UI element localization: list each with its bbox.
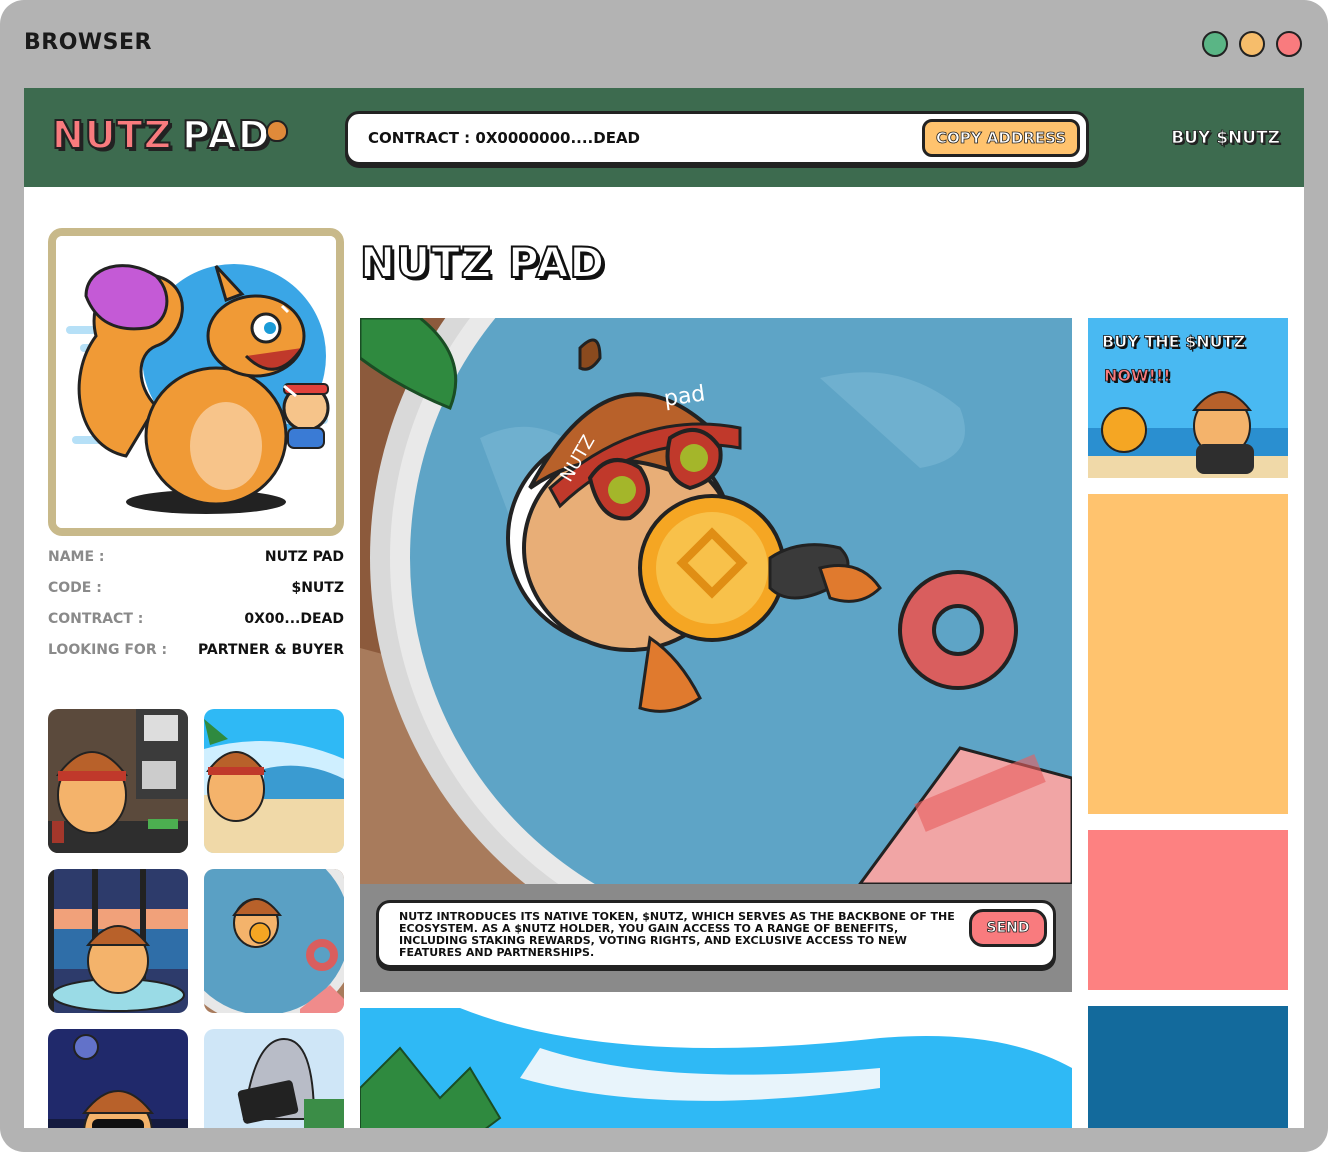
acorn-pool-hero-image: pad NUTZ: [360, 318, 1072, 884]
acorn-sign-thumbnail-image: [204, 1029, 344, 1128]
gallery-thumbnail[interactable]: [204, 1029, 344, 1128]
caption-strip: NUTZ INTRODUCES ITS NATIVE TOKEN, $NUTZ,…: [360, 884, 1072, 992]
info-label: CONTRACT :: [48, 611, 144, 627]
profile-avatar-card: [48, 228, 344, 536]
gallery-thumbnail[interactable]: [48, 1029, 188, 1128]
ad-placeholder-blue[interactable]: [1088, 1006, 1288, 1128]
logo-text-pad: PAD: [181, 112, 271, 158]
beach-banner-image: [360, 1008, 1072, 1128]
ad-headline: BUY THE $NUTZ: [1102, 332, 1246, 352]
acorn-icon: [266, 120, 289, 142]
info-value[interactable]: 0X00...DEAD: [244, 611, 344, 627]
browser-title: BROWSER: [24, 30, 152, 55]
profile-info-list: NAME : NUTZ PAD CODE : $NUTZ CONTRACT : …: [48, 549, 344, 673]
gallery-thumbnail[interactable]: [48, 709, 188, 853]
info-row-code: CODE : $NUTZ: [48, 580, 344, 611]
buy-nutz-link[interactable]: BUY $NUTZ: [1171, 128, 1281, 149]
caption-text: NUTZ INTRODUCES ITS NATIVE TOKEN, $NUTZ,…: [399, 910, 955, 959]
caption-box: NUTZ INTRODUCES ITS NATIVE TOKEN, $NUTZ,…: [376, 900, 1056, 968]
ad-placeholder-orange[interactable]: [1088, 494, 1288, 814]
acorn-jacuzzi-thumbnail-image: [48, 869, 188, 1013]
maximize-window-button[interactable]: [1202, 31, 1228, 57]
contract-bar: CONTRACT : 0X0000000....DEAD COPY ADDRES…: [345, 111, 1089, 165]
gallery-thumbnail[interactable]: [204, 869, 344, 1013]
copy-address-button[interactable]: COPY ADDRESS: [922, 119, 1080, 157]
minimize-window-button[interactable]: [1239, 31, 1265, 57]
second-banner-image: [360, 1008, 1072, 1128]
ad-subline: NOW!!!: [1104, 366, 1171, 386]
site-logo[interactable]: NUTZ PAD: [51, 112, 289, 158]
logo-text-nutz: NUTZ: [51, 112, 173, 158]
page-viewport: NUTZ PAD CONTRACT : 0X0000000....DEAD COP…: [24, 88, 1304, 1128]
info-row-name: NAME : NUTZ PAD: [48, 549, 344, 580]
send-button[interactable]: SEND: [969, 909, 1047, 947]
ad-placeholder-pink[interactable]: [1088, 830, 1288, 990]
acorn-beach-thumbnail-image: [204, 709, 344, 853]
close-window-button[interactable]: [1276, 31, 1302, 57]
buy-nutz-ad-banner[interactable]: BUY THE $NUTZ NOW!!!: [1088, 318, 1288, 478]
info-value: PARTNER & BUYER: [197, 642, 344, 658]
info-value: $NUTZ: [291, 580, 344, 596]
info-value: NUTZ PAD: [264, 549, 344, 565]
gallery-thumbnail[interactable]: [204, 709, 344, 853]
gallery-thumbnail[interactable]: [48, 869, 188, 1013]
contract-address-text: CONTRACT : 0X0000000....DEAD: [368, 129, 640, 147]
info-label: LOOKING FOR :: [48, 642, 168, 658]
page-title: NUTZ PAD: [359, 237, 606, 288]
info-label: CODE :: [48, 580, 102, 596]
info-row-looking-for: LOOKING FOR : PARTNER & BUYER: [48, 642, 344, 673]
hero-image: pad NUTZ: [360, 318, 1072, 884]
acorn-night-thumbnail-image: [48, 1029, 188, 1128]
browser-window: BROWSER NUTZ PAD CONTRACT : 0X0000000....…: [0, 0, 1328, 1152]
acorn-pool-thumbnail-image: [204, 869, 344, 1013]
site-header: NUTZ PAD CONTRACT : 0X0000000....DEAD COP…: [24, 88, 1304, 187]
acorn-office-thumbnail-image: [48, 709, 188, 853]
info-row-contract: CONTRACT : 0X00...DEAD: [48, 611, 344, 642]
info-label: NAME :: [48, 549, 105, 565]
squirrel-mascot-image: [56, 236, 336, 528]
